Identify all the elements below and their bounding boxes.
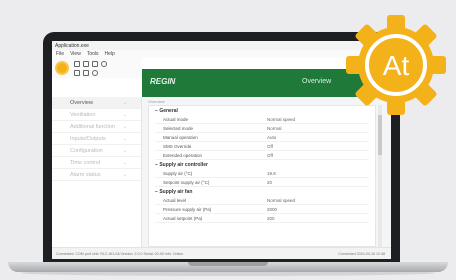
status-right-text: Connected 2024-03-18 12:48	[338, 252, 385, 256]
sidebar-item-ventilation[interactable]: Ventilation ⌄	[52, 109, 141, 121]
sidebar-item-overview[interactable]: Overview ⌄	[52, 97, 141, 109]
app-logo-icon	[55, 61, 69, 75]
sidebar-item-label: Additional function	[70, 124, 115, 130]
chevron-down-icon: ⌄	[122, 172, 127, 178]
table-row: Actual level Normal speed	[155, 196, 369, 205]
toolbar	[52, 58, 142, 78]
sidebar-item-label: Alarm status	[70, 172, 101, 178]
overview-panel: − General Actual mode Normal speed Select…	[148, 105, 376, 247]
sidebar-item-label: Inputs/Outputs	[70, 136, 106, 142]
scrollbar[interactable]	[378, 105, 382, 247]
save-icon[interactable]	[74, 61, 80, 67]
section-header-general[interactable]: − General	[149, 106, 375, 115]
table-row: Setpoint supply air (°C) 20	[155, 178, 369, 187]
table-row: Actual setpoint (Pa) 200	[155, 214, 369, 223]
menu-help[interactable]: Help	[105, 51, 115, 58]
sidebar-item-label: Ventilation	[70, 112, 96, 118]
sidebar-item-label: Configuration	[70, 148, 103, 154]
brand-logo: REGIN	[150, 77, 176, 86]
section-header-supply-air-controller[interactable]: − Supply air controller	[149, 160, 375, 169]
menu-bar: File View Tools Help	[52, 50, 391, 58]
chevron-down-icon: ⌄	[122, 124, 127, 130]
sidebar-item-label: Overview	[70, 100, 93, 106]
laptop-notch	[188, 262, 268, 266]
print-icon[interactable]	[92, 61, 98, 67]
sidebar-item-alarm-status[interactable]: Alarm status ⌄	[52, 169, 141, 181]
chevron-down-icon: ⌄	[122, 160, 127, 166]
table-row: Manual operation Auto	[155, 133, 369, 142]
menu-file[interactable]: File	[56, 51, 64, 58]
sidebar-item-label: Time control	[70, 160, 101, 166]
status-bar: Connected: COM port Unit: RLC-W1-0A Vers…	[52, 247, 391, 259]
sidebar-item-additional-function[interactable]: Additional function ⌄	[52, 121, 141, 133]
section-header-supply-air-fan[interactable]: − Supply air fan	[149, 187, 375, 196]
search-icon[interactable]	[101, 61, 107, 67]
app-gear-badge-icon: At	[346, 15, 446, 115]
window-title: Application.exe	[52, 41, 391, 50]
table-row: Extended operation Off	[155, 151, 369, 160]
sidebar-item-inputs-outputs[interactable]: Inputs/Outputs ⌄	[52, 133, 141, 145]
status-left-text: Connected: COM port Unit: RLC-W1-0A Vers…	[56, 252, 184, 256]
table-row: Pressure supply air (Pa) 2000	[155, 205, 369, 214]
table-row: Actual mode Normal speed	[155, 115, 369, 124]
badge-text: At	[383, 50, 410, 81]
chevron-down-icon: ⌄	[122, 148, 127, 154]
sidebar: Overview ⌄ Ventilation ⌄ Additional func…	[52, 97, 142, 247]
open-icon[interactable]	[83, 61, 89, 67]
chevron-down-icon: ⌄	[122, 112, 127, 118]
table-row: Selected mode Normal	[155, 124, 369, 133]
scroll-thumb[interactable]	[378, 115, 382, 155]
breadcrumb: Overview	[148, 99, 165, 104]
menu-view[interactable]: View	[70, 51, 81, 58]
sidebar-item-configuration[interactable]: Configuration ⌄	[52, 145, 141, 157]
chevron-down-icon: ⌄	[122, 100, 127, 106]
menu-tools[interactable]: Tools	[87, 51, 99, 58]
refresh-icon[interactable]	[83, 70, 89, 76]
settings-icon[interactable]	[74, 70, 80, 76]
table-row: SMS Override Off	[155, 142, 369, 151]
page-title: Overview	[302, 78, 332, 85]
main-content: Overview − General Actual mode Normal spe…	[142, 97, 391, 247]
chevron-down-icon: ⌄	[122, 136, 127, 142]
help-icon[interactable]	[92, 70, 98, 76]
sidebar-item-time-control[interactable]: Time control ⌄	[52, 157, 141, 169]
table-row: Supply air (°C) 19.8	[155, 169, 369, 178]
app-screen: Application.exe File View Tools Help REG…	[52, 41, 391, 259]
